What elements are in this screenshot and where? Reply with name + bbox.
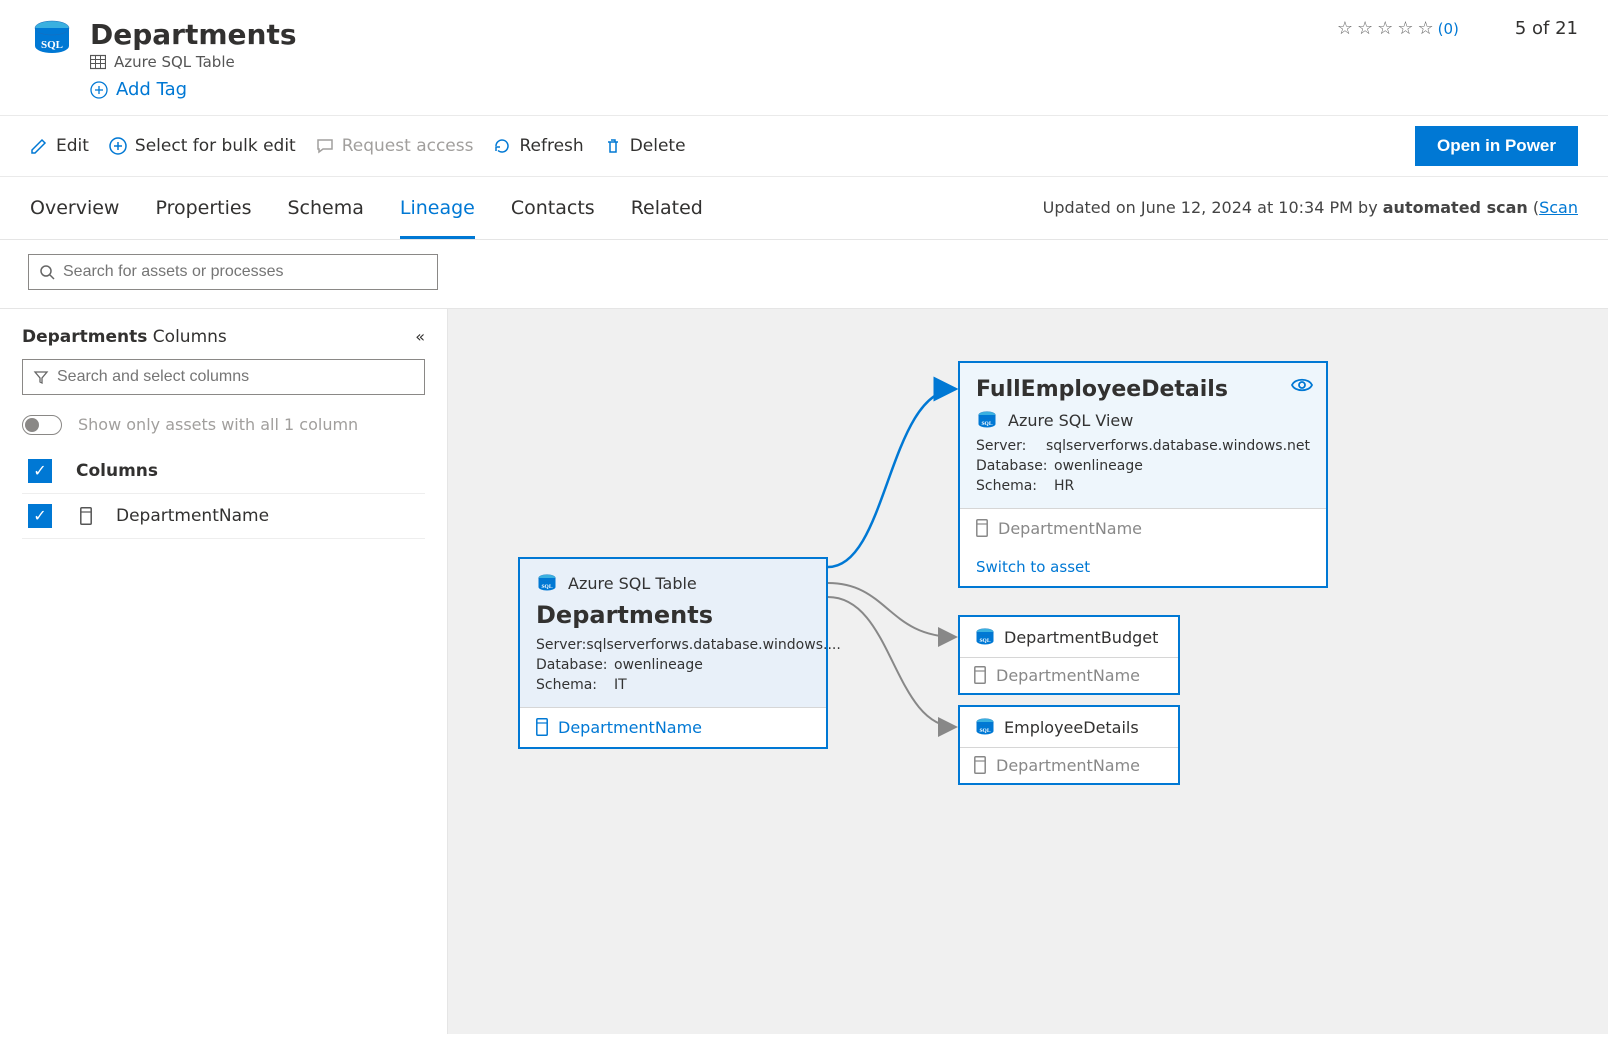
column-search[interactable] xyxy=(22,359,425,395)
node-title: DepartmentBudget xyxy=(1004,628,1158,647)
node-title: Departments xyxy=(536,601,810,629)
table-icon xyxy=(90,54,106,70)
tab-overview[interactable]: Overview xyxy=(30,177,119,239)
lineage-node-employeedetails[interactable]: EmployeeDetails DepartmentName xyxy=(958,705,1180,785)
node-column[interactable]: DepartmentName xyxy=(960,657,1178,693)
search-input[interactable] xyxy=(63,263,427,281)
switch-to-asset-link[interactable]: Switch to asset xyxy=(960,548,1326,586)
edit-button[interactable]: Edit xyxy=(30,136,89,156)
sql-icon xyxy=(974,717,996,739)
column-icon xyxy=(976,519,988,537)
node-title: FullEmployeeDetails xyxy=(976,377,1310,402)
lineage-canvas[interactable]: Azure SQL Table Departments Server:sqlse… xyxy=(448,309,1608,1034)
lineage-node-fullemployeedetails[interactable]: FullEmployeeDetails Azure SQL View Serve… xyxy=(958,361,1328,588)
node-column[interactable]: DepartmentName xyxy=(960,747,1178,783)
trash-icon xyxy=(604,137,622,155)
delete-button[interactable]: Delete xyxy=(604,136,686,156)
asset-title: Departments xyxy=(90,18,1337,51)
content: Departments Columns « Show only assets w… xyxy=(0,308,1608,1034)
star-icon: ☆ xyxy=(1417,18,1433,39)
sql-icon xyxy=(974,627,996,649)
pencil-icon xyxy=(30,137,48,155)
tab-lineage[interactable]: Lineage xyxy=(400,177,475,239)
request-access-button: Request access xyxy=(316,136,474,156)
asset-header: Departments Azure SQL Table Add Tag ☆ ☆ … xyxy=(0,0,1608,116)
tabs: Overview Properties Schema Lineage Conta… xyxy=(0,177,1608,240)
column-icon xyxy=(974,666,986,684)
filter-icon xyxy=(33,369,49,385)
refresh-button[interactable]: Refresh xyxy=(493,136,583,156)
rating[interactable]: ☆ ☆ ☆ ☆ ☆ (0) xyxy=(1337,18,1459,39)
pager-text: 5 of 21 xyxy=(1515,18,1578,39)
search-box[interactable] xyxy=(28,254,438,290)
node-title: EmployeeDetails xyxy=(1004,718,1139,737)
sql-icon xyxy=(30,18,74,62)
search-icon xyxy=(39,264,55,280)
tab-schema[interactable]: Schema xyxy=(287,177,363,239)
columns-panel: Departments Columns « Show only assets w… xyxy=(0,309,448,1034)
node-column[interactable]: DepartmentName xyxy=(960,508,1326,548)
tab-related[interactable]: Related xyxy=(631,177,703,239)
toggle-row: Show only assets with all 1 column xyxy=(22,415,425,435)
select-bulk-button[interactable]: Select for bulk edit xyxy=(109,136,296,156)
panel-title: Departments Columns xyxy=(22,327,227,347)
toggle-label: Show only assets with all 1 column xyxy=(78,415,358,434)
rating-count: (0) xyxy=(1438,20,1459,38)
star-icon: ☆ xyxy=(1357,18,1373,39)
tab-contacts[interactable]: Contacts xyxy=(511,177,595,239)
tab-properties[interactable]: Properties xyxy=(155,177,251,239)
node-column[interactable]: DepartmentName xyxy=(520,707,826,747)
open-power-button[interactable]: Open in Power xyxy=(1415,126,1578,166)
sql-icon xyxy=(976,410,998,432)
lineage-node-departmentbudget[interactable]: DepartmentBudget DepartmentName xyxy=(958,615,1180,695)
add-tag-button[interactable]: Add Tag xyxy=(90,79,187,100)
columns-header-row[interactable]: ✓ Columns xyxy=(22,449,425,494)
eye-icon[interactable] xyxy=(1290,375,1314,400)
updated-text: Updated on June 12, 2024 at 10:34 PM by … xyxy=(1043,198,1578,217)
checkbox-icon[interactable]: ✓ xyxy=(28,459,52,483)
plus-icon xyxy=(90,81,108,99)
refresh-icon xyxy=(493,137,511,155)
column-icon xyxy=(536,718,548,736)
search-row xyxy=(0,240,1608,308)
star-icon: ☆ xyxy=(1397,18,1413,39)
plus-circle-icon xyxy=(109,137,127,155)
checkbox-icon[interactable]: ✓ xyxy=(28,504,52,528)
collapse-icon[interactable]: « xyxy=(415,327,425,346)
column-search-input[interactable] xyxy=(57,368,414,386)
asset-type: Azure SQL Table xyxy=(90,53,1337,71)
star-icon: ☆ xyxy=(1337,18,1353,39)
chat-icon xyxy=(316,137,334,155)
lineage-node-departments[interactable]: Azure SQL Table Departments Server:sqlse… xyxy=(518,557,828,749)
column-icon xyxy=(974,756,986,774)
column-icon xyxy=(80,507,92,525)
toolbar: Edit Select for bulk edit Request access… xyxy=(0,116,1608,177)
sql-icon xyxy=(536,573,558,595)
toggle-show-only[interactable] xyxy=(22,415,62,435)
column-row[interactable]: ✓ DepartmentName xyxy=(22,494,425,539)
scan-link[interactable]: Scan xyxy=(1539,198,1578,217)
star-icon: ☆ xyxy=(1377,18,1393,39)
